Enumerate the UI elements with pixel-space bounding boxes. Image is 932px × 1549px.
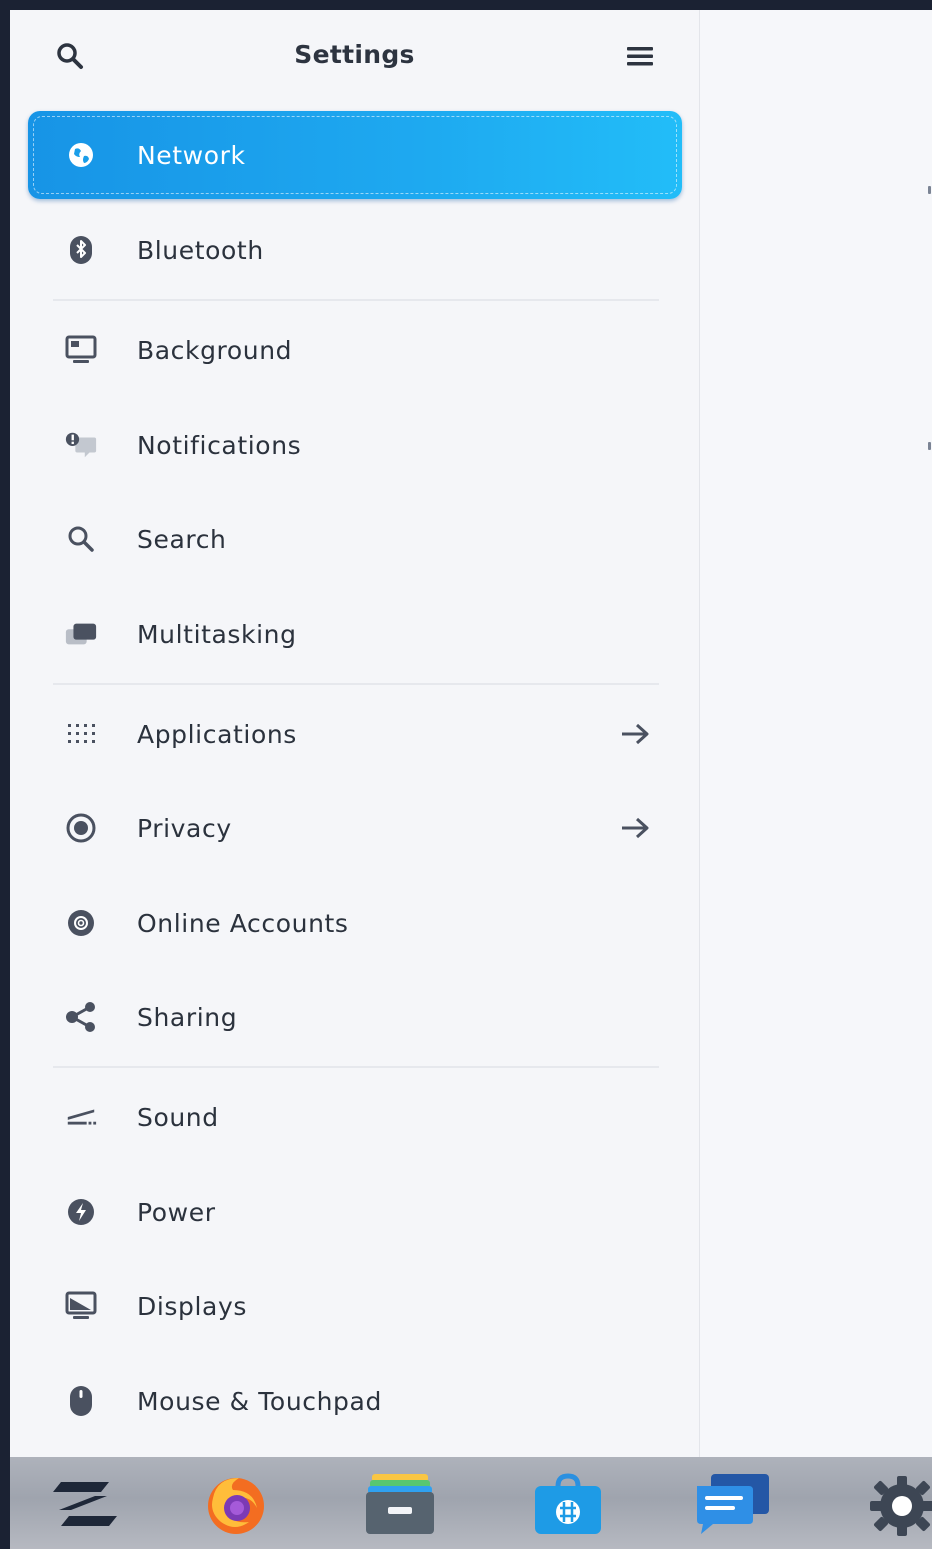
dock-app-settings[interactable] <box>862 1473 932 1539</box>
sidebar-item-label: Notifications <box>137 431 302 460</box>
dock-app-messages[interactable] <box>693 1473 773 1539</box>
share-icon <box>64 1001 98 1033</box>
sidebar-item-search[interactable]: Search <box>28 495 682 583</box>
arrow-right-icon <box>618 718 652 750</box>
divider <box>53 299 659 301</box>
sound-icon <box>64 1101 98 1133</box>
display-icon <box>64 1290 98 1322</box>
sidebar-item-label: Power <box>137 1198 216 1227</box>
header-bar: Settings <box>10 10 699 106</box>
sidebar-item-network[interactable]: Network <box>28 111 682 199</box>
sidebar-item-multitasking[interactable]: Multitasking <box>28 590 682 678</box>
grid-dots-icon <box>64 718 98 750</box>
sidebar-item-power[interactable]: Power <box>28 1168 682 1256</box>
dock-app-firefox[interactable] <box>196 1473 276 1539</box>
arrow-right-icon <box>618 812 652 844</box>
main-menu-button[interactable] <box>620 38 660 78</box>
zorin-menu-icon <box>47 1478 123 1534</box>
content-edge-mark <box>928 186 931 194</box>
dock-app-files[interactable] <box>360 1473 440 1539</box>
monitor-icon <box>64 334 98 366</box>
firefox-icon <box>199 1472 273 1540</box>
divider <box>53 683 659 685</box>
settings-gear-icon <box>866 1472 932 1540</box>
sidebar-item-label: Online Accounts <box>137 909 349 938</box>
at-sign-icon <box>64 907 98 939</box>
sidebar-item-label: Sound <box>137 1103 219 1132</box>
bluetooth-icon <box>64 234 98 266</box>
mouse-icon <box>64 1385 98 1417</box>
messages-icon <box>693 1472 773 1540</box>
sidebar-item-sound[interactable]: Sound <box>28 1073 682 1161</box>
hamburger-menu-icon <box>626 45 654 71</box>
sidebar-item-background[interactable]: Background <box>28 306 682 394</box>
sidebar-item-mouse-touchpad[interactable]: Mouse & Touchpad <box>28 1357 682 1445</box>
sidebar-item-label: Background <box>137 336 293 365</box>
sidebar-item-label: Sharing <box>137 1003 238 1032</box>
sidebar-item-label: Displays <box>137 1292 247 1321</box>
multitasking-icon <box>64 618 98 650</box>
dock <box>10 1457 932 1549</box>
sidebar-item-notifications[interactable]: Notifications <box>28 401 682 489</box>
dock-app-zorin-menu[interactable] <box>45 1473 125 1539</box>
privacy-icon <box>64 812 98 844</box>
sidebar: Settings Network Bluetooth Background No… <box>10 10 700 1457</box>
sidebar-item-label: Search <box>137 525 227 554</box>
sidebar-item-sharing[interactable]: Sharing <box>28 973 682 1061</box>
settings-window: Settings Network Bluetooth Background No… <box>10 10 932 1457</box>
files-icon <box>362 1472 438 1540</box>
notifications-icon <box>64 429 98 461</box>
sidebar-item-online-accounts[interactable]: Online Accounts <box>28 879 682 967</box>
software-store-icon <box>531 1472 605 1540</box>
globe-icon <box>64 139 98 171</box>
sidebar-item-label: Multitasking <box>137 620 297 649</box>
search-icon <box>64 523 98 555</box>
sidebar-item-label: Applications <box>137 720 297 749</box>
sidebar-item-label: Network <box>137 141 246 170</box>
content-pane <box>700 10 932 1457</box>
divider <box>53 1066 659 1068</box>
power-icon <box>64 1196 98 1228</box>
sidebar-item-label: Privacy <box>137 814 232 843</box>
dock-app-software-store[interactable] <box>528 1473 608 1539</box>
page-title: Settings <box>294 40 415 69</box>
sidebar-item-bluetooth[interactable]: Bluetooth <box>28 206 682 294</box>
sidebar-item-applications[interactable]: Applications <box>28 690 682 778</box>
content-edge-mark <box>928 442 931 450</box>
sidebar-item-displays[interactable]: Displays <box>28 1262 682 1350</box>
sidebar-item-label: Bluetooth <box>137 236 264 265</box>
sidebar-item-label: Mouse & Touchpad <box>137 1387 382 1416</box>
sidebar-item-privacy[interactable]: Privacy <box>28 784 682 872</box>
